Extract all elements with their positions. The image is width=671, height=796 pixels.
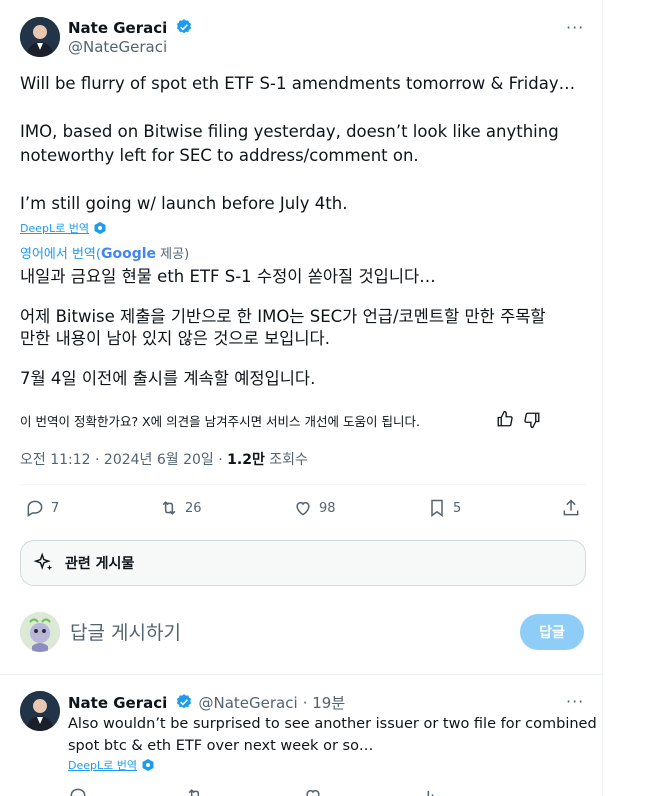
tweet-text-line: I’m still going w/ launch before July 4t… [20,194,348,213]
more-options-icon[interactable]: ··· [566,18,584,37]
share-action[interactable] [561,498,581,518]
google-logo: Google [100,246,157,262]
repost-icon [162,501,176,515]
divider [20,484,586,485]
sparkle-icon [33,552,53,571]
thumbs-up-icon[interactable] [496,410,514,428]
heart-icon [296,501,310,516]
reply-count: 7 [51,500,60,516]
views-label: 조회수 [264,452,308,468]
thumbs-down-icon[interactable] [523,411,541,429]
reply-author-handle[interactable]: @NateGeraci [198,694,297,712]
repost-action[interactable]: 26 [159,498,202,518]
views-count: 1.2만 [227,452,265,468]
reply-text-line: Also wouldn’t be surprised to see anothe… [68,716,597,732]
translated-text-line: 내일과 금요일 현물 eth ETF S-1 수정이 쏟아질 것입니다… [20,267,436,286]
tweet-time[interactable]: 오전 11:12 · 2024년 6월 20일 · [20,452,227,468]
reply-action[interactable]: 7 [25,498,59,518]
like-count: 98 [319,500,336,516]
tweet-text-line: Will be flurry of spot eth ETF S-1 amend… [20,74,576,93]
translation-attribution: 영어에서 번역(Google 제공) [20,243,189,262]
author-handle[interactable]: @NateGeraci [68,38,167,56]
reply-icon [70,788,86,796]
reply-more-options-icon[interactable]: ··· [566,692,584,711]
deepl-icon [142,759,154,771]
deepl-label: DeepL로 번역 [68,759,137,772]
deepl-icon [94,222,106,234]
reply-input[interactable]: 답글 게시하기 [70,618,181,645]
tweet-text-line: noteworthy left for SEC to address/comme… [20,146,419,165]
share-icon [563,499,579,516]
repost-count: 26 [185,500,202,516]
reply-reply-action[interactable] [68,786,88,796]
translated-text-line: 만한 내용이 남아 있지 않은 것으로 보입니다. [20,329,330,348]
translated-suffix: 제공) [156,247,190,262]
reply-submit-button[interactable]: 답글 [520,614,584,650]
verified-badge-icon [177,19,192,34]
divider [0,674,603,675]
translation-feedback-question: 이 번역이 정확한가요? X에 의견을 남겨주시면 서비스 개선에 도움이 됩니… [20,414,420,429]
verified-badge-icon [177,694,192,709]
author-avatar[interactable] [20,17,60,57]
tweet-text-line: IMO, based on Bitwise filing yesterday, … [20,122,559,141]
reply-views-action[interactable] [420,786,440,796]
related-posts-label: 관련 게시물 [65,556,135,572]
reply-author-name[interactable]: Nate Geraci [68,694,167,712]
translated-from-label[interactable]: 영어에서 번역( [20,247,101,262]
reply-icon [27,500,43,517]
bookmark-icon [431,499,443,517]
current-user-avatar[interactable] [20,612,60,652]
bookmark-count: 5 [453,500,462,516]
reply-author-avatar[interactable] [20,691,60,731]
author-name[interactable]: Nate Geraci [68,19,167,37]
repost-icon [188,789,200,796]
like-action[interactable]: 98 [293,498,336,518]
reply-text-line: spot btc & eth ETF over next week or so… [68,738,374,754]
deepl-translate-link[interactable]: DeepL로 번역 [20,220,107,236]
translated-text-line: 7월 4일 이전에 출시를 계속할 예정입니다. [20,369,316,388]
reply-time[interactable]: · 19분 [303,694,345,712]
translated-text-line: 어제 Bitwise 제출을 기반으로 한 IMO는 SEC가 언급/코멘트할 … [20,307,546,326]
reply-deepl-translate-link[interactable]: DeepL로 번역 [68,757,155,773]
related-posts-button[interactable]: 관련 게시물 [20,540,586,586]
author-name-row: Nate Geraci [68,18,193,37]
tweet-column: Nate Geraci @NateGeraci ··· Will be flur… [0,0,603,796]
reply-repost-action[interactable] [185,786,205,796]
deepl-label: DeepL로 번역 [20,222,89,235]
reply-header-row: Nate Geraci @NateGeraci · 19분 [68,692,345,713]
bookmark-action[interactable]: 5 [427,498,461,518]
reply-like-action[interactable] [303,786,323,796]
heart-icon [306,789,320,796]
tweet-timestamp-row: 오전 11:12 · 2024년 6월 20일 · 1.2만 조회수 [20,449,308,469]
views-icon [423,791,434,796]
